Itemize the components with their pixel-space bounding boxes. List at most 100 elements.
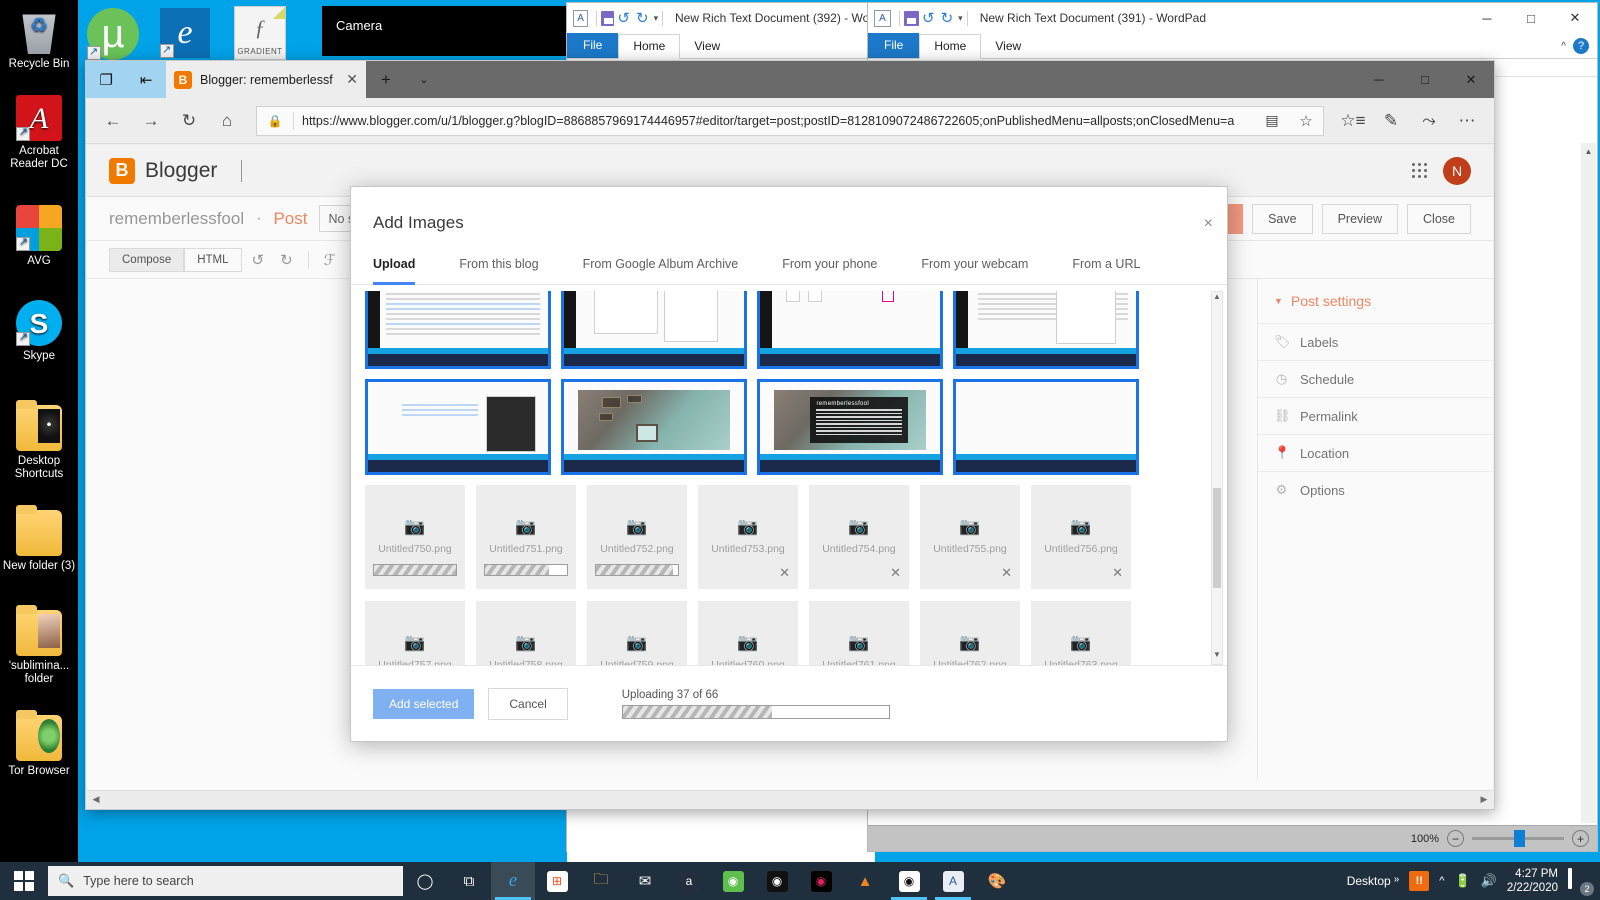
chevron-up-icon[interactable]: ^ [1561,41,1566,52]
taskbar-wordpad-icon[interactable]: A [931,862,975,900]
save-icon[interactable] [601,10,615,26]
upload-tile[interactable]: 📷 Untitled757.png [365,601,465,665]
taskbar-camera-icon[interactable]: ◉ [887,862,931,900]
taskbar[interactable]: 🔍 Type here to search ◯ ⧉ e ⊞ 🗀 ✉ a ◉ ◉ … [0,862,1600,900]
taskbar-webcam-app-icon[interactable]: ◉ [755,862,799,900]
close-button[interactable]: ✕ [1553,3,1597,33]
thumbnail-screenshot[interactable] [953,291,1139,369]
taskbar-vlc-icon[interactable]: ▲ [843,862,887,900]
taskbar-paint-icon[interactable]: 🎨 [975,862,1019,900]
taskbar-mail-icon[interactable]: ✉ [623,862,667,900]
upload-tile[interactable]: 📷 Untitled758.png [476,601,576,665]
zoom-slider[interactable] [1472,830,1564,847]
thumbnail-screenshot[interactable] [953,379,1139,475]
scroll-up-arrow-icon[interactable]: ▲ [1581,143,1596,159]
taskbar-cortana-icon[interactable]: ◯ [403,862,447,900]
thumbnail-screenshot[interactable] [365,291,551,369]
zoom-slider-thumb[interactable] [1514,830,1525,847]
desktop-icon-tor-browser[interactable]: Tor Browser [0,710,78,778]
add-images-dialog[interactable]: Add Images × Upload From this blog From … [350,186,1228,742]
edge-browser-window[interactable]: ❐ ⇤ Blogger: rememberlessf ✕ + ⌄ ─ □ ✕ ←… [85,60,1495,810]
tab-from-a-url[interactable]: From a URL [1072,247,1140,284]
upload-tile[interactable]: 📷 Untitled750.png [365,485,465,589]
tab-from-your-webcam[interactable]: From your webcam [921,247,1028,284]
scroll-down-arrow-icon[interactable]: ▼ [1212,650,1222,664]
dialog-vertical-scrollbar[interactable]: ▲ ▼ [1211,291,1223,665]
upload-tile[interactable]: 📷 Untitled754.png ✕ [809,485,909,589]
minimize-button[interactable]: ─ [1465,3,1509,33]
zoom-in-button[interactable]: + [1572,830,1589,847]
thumbnail-screenshot[interactable] [561,379,747,475]
clock[interactable]: 4:27 PM 2/22/2020 [1507,867,1558,895]
taskbar-explorer-icon[interactable]: 🗀 [579,862,623,900]
window-controls[interactable]: ─ □ ✕ [1465,3,1597,33]
save-icon[interactable] [904,10,919,26]
camera-window[interactable]: Camera [322,6,567,56]
thumbnail-screenshot[interactable]: rememberlessfool [757,379,943,475]
tab-home[interactable]: Home [919,34,982,59]
desktop-icon-skype[interactable]: Skype [0,300,78,363]
remove-icon[interactable]: ✕ [779,565,790,581]
tab-file[interactable]: File [868,33,920,58]
wordpad-titlebar[interactable]: ↺ ↻ ▾ New Rich Text Document (392) - Wor… [567,3,875,33]
wordpad-ribbon-tabs[interactable]: File Home View ^ ? [868,33,1597,59]
tab-google-album-archive[interactable]: From Google Album Archive [583,247,739,284]
tab-home[interactable]: Home [618,34,681,59]
upload-tile[interactable]: 📷 Untitled760.png [698,601,798,665]
scrollbar-thumb[interactable] [1213,488,1221,588]
upload-tile[interactable]: 📷 Untitled751.png [476,485,576,589]
help-icon[interactable]: ? [1573,38,1589,54]
volume-icon[interactable]: 🔊 [1481,873,1497,889]
upload-tile[interactable]: 📷 Untitled759.png [587,601,687,665]
redo-icon[interactable]: ↻ [941,9,954,27]
taskbar-color-wheel-icon[interactable]: ◉ [799,862,843,900]
wordpad-ribbon-tabs[interactable]: File Home View [567,33,875,59]
taskbar-amazon-icon[interactable]: a [667,862,711,900]
upload-tile[interactable]: 📷 Untitled755.png ✕ [920,485,1020,589]
image-grid[interactable]: rememberlessfool 📷 Untitled750.png 📷 Unt… [351,291,1227,665]
desktop-icon-acrobat[interactable]: Acrobat Reader DC [0,95,78,171]
undo-icon[interactable]: ↺ [617,9,630,27]
redo-icon[interactable]: ↻ [636,9,649,27]
remove-icon[interactable]: ✕ [890,565,901,581]
taskbar-edge-icon[interactable]: e [491,862,535,900]
ribbon-help-group[interactable]: ^ ? [1561,38,1589,54]
security-alert-icon[interactable] [1409,871,1430,891]
desktop-icon-subliminal-folder[interactable]: 'sublimina... folder [0,605,78,686]
cancel-button[interactable]: Cancel [488,687,568,720]
desktop-icon-desktop-shortcuts[interactable]: Desktop Shortcuts [0,400,78,481]
desktop-tile-gradient[interactable]: ƒ GRADIENT [234,6,286,60]
tab-from-this-blog[interactable]: From this blog [459,247,538,284]
thumbnail-screenshot[interactable] [561,291,747,369]
chevron-down-icon[interactable]: ▾ [654,13,659,24]
remove-icon[interactable]: ✕ [1001,565,1012,581]
dialog-tabs[interactable]: Upload From this blog From Google Album … [351,247,1227,285]
upload-tile[interactable]: 📷 Untitled762.png [920,601,1020,665]
upload-tile[interactable]: 📷 Untitled761.png [809,601,909,665]
tab-file[interactable]: File [567,33,619,58]
desktop-icon-avg[interactable]: AVG [0,205,78,268]
wordpad-vertical-scrollbar[interactable]: ▲ [1581,143,1596,823]
overflow-icon[interactable]: » [1394,874,1400,885]
start-button[interactable] [0,862,48,900]
taskbar-task-view-icon[interactable]: ⧉ [447,862,491,900]
thumbnail-screenshot[interactable] [757,291,943,369]
desktop-icon-new-folder-3[interactable]: New folder (3) [0,505,78,573]
upload-tile[interactable]: 📷 Untitled756.png ✕ [1031,485,1131,589]
remove-icon[interactable]: ✕ [1112,565,1123,581]
search-input[interactable]: 🔍 Type here to search [48,866,403,896]
battery-icon[interactable]: 🔋 [1454,873,1470,889]
zoom-out-button[interactable]: − [1447,830,1464,847]
upload-tile[interactable]: 📷 Untitled753.png ✕ [698,485,798,589]
tab-upload[interactable]: Upload [373,247,416,285]
notification-center-icon[interactable]: 2 [1568,868,1594,896]
desktop-tile-utorrent[interactable] [87,8,139,60]
show-hidden-icons-icon[interactable]: ^ [1439,875,1444,887]
maximize-button[interactable]: □ [1509,3,1553,33]
scroll-up-arrow-icon[interactable]: ▲ [1212,292,1222,306]
tab-view[interactable]: View [981,35,1035,58]
add-selected-button[interactable]: Add selected [373,688,475,719]
tab-from-your-phone[interactable]: From your phone [782,247,877,284]
desktop-peek-button[interactable]: Desktop » [1347,874,1400,888]
close-icon[interactable]: × [1204,215,1213,233]
